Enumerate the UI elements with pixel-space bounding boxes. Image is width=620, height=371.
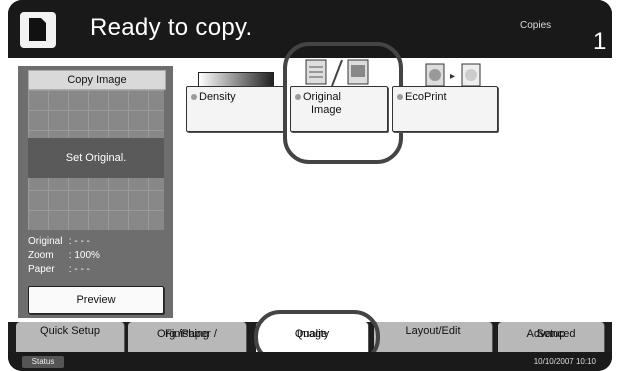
info-paper: Paper : - - - (28, 264, 90, 275)
main-area: Copy Image Set Original. Original : - - … (8, 42, 612, 322)
label-line: Setup (536, 328, 566, 340)
set-original-message: Set Original. (28, 138, 164, 178)
preview-button[interactable]: Preview (28, 286, 164, 314)
tab-advanced-setup[interactable]: Advanced Setup (498, 322, 605, 352)
density-label: Density (199, 91, 236, 103)
ecoprint-label: EcoPrint (405, 91, 447, 103)
svg-text:▸: ▸ (450, 71, 455, 82)
copy-image-panel: Copy Image Set Original. Original : - - … (18, 66, 173, 318)
density-button[interactable]: Density (186, 86, 286, 132)
tab-label: Advanced Setup (498, 325, 604, 340)
tab-label: Org./Paper / Finishing (128, 325, 246, 340)
info-value: : - - - (68, 236, 90, 247)
info-value: : - - - (68, 264, 90, 275)
copy-image-label: Copy Image (28, 70, 166, 90)
info-label: Paper (28, 264, 55, 275)
highlight-ring (283, 42, 403, 164)
date-time: 10/10/2007 10:10 (533, 357, 596, 366)
label-line: Finishing (164, 328, 210, 340)
status-button[interactable]: Status (22, 356, 64, 368)
document-icon (20, 12, 56, 48)
info-original: Original : - - - (28, 236, 90, 247)
info-label: Original (28, 236, 63, 247)
status-bar: Status 10/10/2007 10:10 (8, 352, 612, 371)
ecoprint-icon: ▸ (425, 63, 481, 87)
copier-screen: Ready to copy. Copies 1 Copy Image Set O… (8, 0, 612, 371)
indicator-dot-icon (191, 94, 197, 100)
info-label: Zoom (28, 250, 54, 261)
page-title: Ready to copy. (90, 14, 253, 41)
tab-label: Quick Setup (40, 325, 100, 337)
ecoprint-button[interactable]: EcoPrint (392, 86, 498, 132)
tab-org-paper-finishing[interactable]: Org./Paper / Finishing (128, 322, 247, 352)
tab-layout-edit[interactable]: Layout/Edit (374, 322, 493, 352)
copies-label: Copies (520, 20, 552, 31)
info-value: : 100% (68, 250, 100, 261)
tab-label: Layout/Edit (405, 325, 461, 337)
info-zoom: Zoom : 100% (28, 250, 100, 261)
tab-quick-setup[interactable]: Quick Setup (16, 322, 125, 352)
copies-count: 1 (593, 28, 607, 55)
indicator-dot-icon (397, 94, 403, 100)
